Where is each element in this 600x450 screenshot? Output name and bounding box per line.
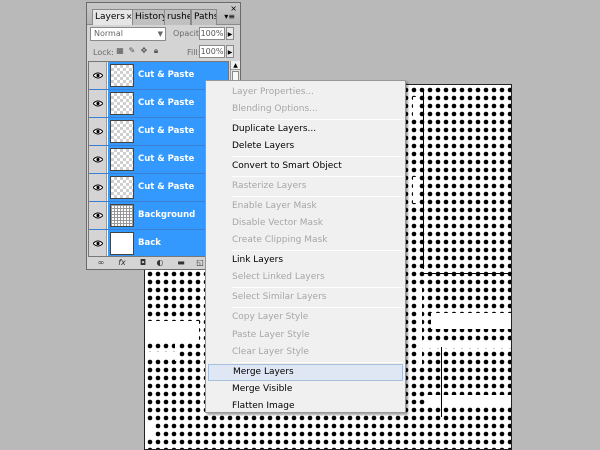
menu-separator	[232, 119, 403, 120]
visibility-toggle[interactable]	[89, 118, 107, 145]
context-menu: Layer Properties... Blending Options... Du…	[205, 80, 406, 413]
visibility-toggle[interactable]	[89, 174, 107, 201]
menu-item-copy-layer-style: Copy Layer Style	[232, 312, 309, 322]
layer-thumbnail	[110, 176, 134, 199]
eye-icon[interactable]	[93, 72, 103, 79]
tab-brushes-label: rushes	[167, 12, 190, 22]
menu-separator	[232, 287, 403, 288]
canvas-gap	[421, 343, 511, 348]
blend-mode-value: Normal	[94, 29, 123, 38]
canvas-seam	[441, 347, 442, 417]
menu-item-layer-properties: Layer Properties...	[232, 87, 315, 97]
menu-item-merge-visible[interactable]: Merge Visible	[208, 381, 403, 398]
canvas-seam	[423, 91, 424, 269]
menu-item-duplicate-layers[interactable]: Duplicate Layers...	[208, 121, 403, 138]
chevron-down-icon: ▼	[157, 30, 163, 38]
menu-item-rasterize-layers: Rasterize Layers	[232, 181, 307, 191]
eye-icon[interactable]	[93, 240, 103, 247]
menu-separator	[232, 156, 403, 157]
eye-icon[interactable]	[93, 128, 103, 135]
canvas-gap	[175, 321, 179, 361]
layer-name: Cut & Paste	[138, 126, 195, 136]
tab-layers-label: Layers	[95, 12, 125, 22]
canvas-gap	[418, 285, 422, 367]
layer-name: Background	[138, 210, 196, 220]
layer-thumbnail	[110, 148, 134, 171]
layer-thumbnail	[110, 120, 134, 143]
mask-icon[interactable]: ◘	[137, 258, 149, 268]
tab-history[interactable]: History	[132, 9, 165, 25]
tab-paths-label: Paths	[194, 12, 217, 22]
canvas-gap	[413, 97, 417, 119]
tab-brushes[interactable]: rushes	[164, 9, 191, 25]
menu-item-paste-layer-style: Paste Layer Style	[232, 330, 310, 340]
menu-separator	[232, 250, 403, 251]
canvas-gap	[145, 321, 199, 341]
fx-icon[interactable]: fx	[116, 258, 128, 268]
menu-separator	[232, 362, 403, 363]
layer-name: Cut & Paste	[138, 182, 195, 192]
visibility-toggle[interactable]	[89, 62, 107, 89]
menu-item-merge-layers[interactable]: Merge Layers	[208, 364, 403, 381]
lock-image-icon[interactable]: ✎	[127, 46, 137, 56]
canvas-gap	[431, 313, 511, 329]
lock-position-icon[interactable]: ✥	[139, 46, 149, 56]
opacity-arrow-icon[interactable]: ▶	[226, 27, 234, 40]
layer-name: Cut & Paste	[138, 154, 195, 164]
menu-item-clear-layer-style: Clear Layer Style	[232, 347, 309, 357]
tab-paths[interactable]: Paths	[191, 9, 217, 25]
menu-item-delete-layers[interactable]: Delete Layers	[208, 138, 403, 155]
scroll-up-icon[interactable]: ▲	[231, 61, 240, 70]
menu-item-blending-options: Blending Options...	[232, 104, 318, 114]
menu-separator	[232, 307, 403, 308]
layer-thumbnail	[110, 204, 134, 227]
link-icon[interactable]: ∞	[95, 258, 107, 268]
canvas-gap	[425, 395, 511, 407]
canvas-gap	[145, 352, 175, 357]
layer-thumbnail	[110, 92, 134, 115]
canvas-gap	[145, 423, 155, 437]
visibility-toggle[interactable]	[89, 146, 107, 173]
layer-thumbnail	[110, 64, 134, 87]
visibility-toggle[interactable]	[89, 90, 107, 117]
menu-item-create-clipping-mask: Create Clipping Mask	[232, 235, 328, 245]
menu-item-select-similar-layers: Select Similar Layers	[232, 292, 327, 302]
menu-separator	[232, 176, 403, 177]
eye-icon[interactable]	[93, 212, 103, 219]
lock-all-icon[interactable]: 🔒︎	[151, 46, 161, 56]
adjustment-icon[interactable]: ◐	[154, 258, 166, 268]
eye-icon[interactable]	[93, 184, 103, 191]
panel-tab-bar: Layers× History rushes Paths × ▾≡	[87, 3, 240, 25]
layer-name: Cut & Paste	[138, 70, 195, 80]
visibility-toggle[interactable]	[89, 230, 107, 256]
eye-icon[interactable]	[93, 100, 103, 107]
menu-item-disable-vector-mask: Disable Vector Mask	[232, 218, 323, 228]
menu-item-select-linked-layers: Select Linked Layers	[232, 272, 325, 282]
opacity-field[interactable]: 100%	[199, 27, 225, 40]
tab-history-label: History	[135, 12, 165, 22]
menu-item-link-layers[interactable]: Link Layers	[208, 252, 403, 269]
layer-thumbnail	[110, 232, 134, 255]
canvas-gap	[413, 177, 419, 203]
layer-name: Cut & Paste	[138, 98, 195, 108]
panel-menu-icon[interactable]: ▾≡	[224, 12, 235, 21]
eye-icon[interactable]	[93, 156, 103, 163]
tab-layers[interactable]: Layers×	[92, 9, 134, 25]
fill-arrow-icon[interactable]: ▶	[226, 45, 234, 58]
lock-label: Lock:	[93, 48, 114, 57]
lock-transparent-icon[interactable]: ▦	[115, 46, 125, 56]
canvas-seam	[421, 273, 512, 274]
folder-icon[interactable]: ▬	[175, 258, 187, 268]
blend-mode-select[interactable]: Normal ▼	[90, 27, 166, 41]
menu-separator	[232, 196, 403, 197]
visibility-toggle[interactable]	[89, 202, 107, 229]
menu-item-enable-layer-mask: Enable Layer Mask	[232, 201, 317, 211]
menu-item-flatten-image[interactable]: Flatten Image	[208, 398, 403, 415]
fill-field[interactable]: 100%	[199, 45, 225, 58]
layer-name: Back	[138, 238, 161, 248]
menu-item-convert-to-smart-object[interactable]: Convert to Smart Object	[208, 158, 403, 175]
